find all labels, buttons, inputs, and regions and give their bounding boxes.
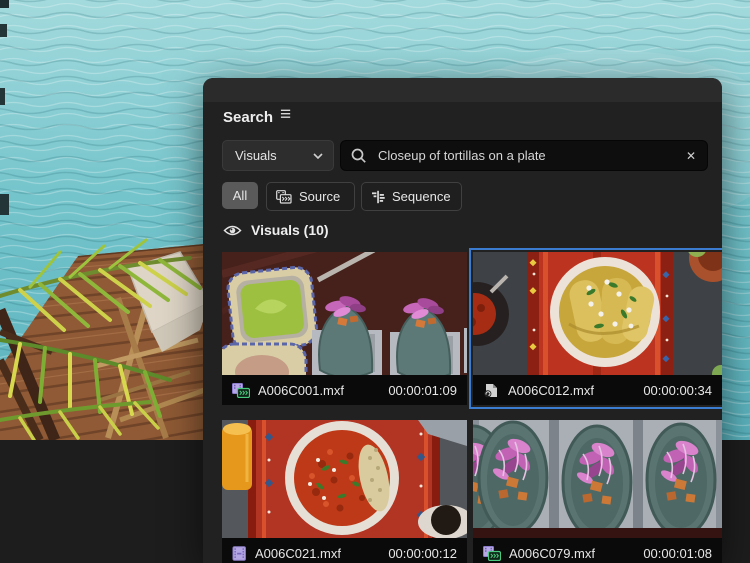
- filter-sequence-button[interactable]: Sequence: [361, 182, 462, 211]
- results-header: Visuals (10): [223, 222, 329, 238]
- eye-icon: [223, 224, 242, 237]
- linked-doc-icon: [483, 383, 500, 398]
- clip-duration: 00:00:01:09: [388, 383, 457, 398]
- clip-info-bar: A006C079.mxf 00:00:01:08: [473, 538, 722, 563]
- search-result-clip[interactable]: A006C079.mxf 00:00:01:08: [473, 420, 722, 563]
- clip-info-bar: A006C012.mxf 00:00:00:34: [473, 375, 722, 405]
- clip-duration: 00:00:00:12: [388, 546, 457, 561]
- chevron-down-icon: [313, 153, 323, 159]
- clip-info-bar: A006C021.mxf 00:00:00:12: [222, 538, 467, 563]
- clip-filename: A006C012.mxf: [508, 383, 594, 398]
- clip-filename: A006C079.mxf: [509, 546, 595, 561]
- media-type-dropdown[interactable]: Visuals: [222, 140, 334, 171]
- media-type-value: Visuals: [223, 148, 277, 163]
- search-result-clip[interactable]: A006C012.mxf 00:00:00:34: [473, 252, 722, 405]
- thumbnail-tacos-closeup: [473, 420, 722, 538]
- search-input[interactable]: [376, 147, 686, 164]
- results-count-label: Visuals (10): [251, 222, 329, 238]
- source-clip-icon: [276, 190, 292, 204]
- clear-search-icon[interactable]: ✕: [686, 149, 696, 163]
- panel-menu-icon[interactable]: ≡: [280, 105, 291, 124]
- premiere-workspace: 00:00:00:00 Fit Search ≡ Visuals: [0, 0, 750, 563]
- panel-header-strip[interactable]: [203, 78, 722, 102]
- clip-filename: A006C021.mxf: [255, 546, 341, 561]
- filter-all-label: All: [233, 188, 247, 203]
- sequence-icon: [371, 190, 385, 204]
- video-clip-icon: [232, 546, 247, 561]
- proxy-clip-icon: [483, 546, 501, 561]
- search-panel: Search ≡ Visuals ✕ All: [203, 78, 722, 563]
- filter-source-label: Source: [299, 189, 340, 204]
- panel-title: Search: [223, 109, 273, 126]
- filter-source-button[interactable]: Source: [266, 182, 355, 211]
- search-result-clip[interactable]: A006C001.mxf 00:00:01:09: [222, 252, 467, 405]
- clip-duration: 00:00:01:08: [643, 546, 712, 561]
- search-icon: [351, 148, 367, 164]
- thumbnail-chilaquiles-plate: [222, 420, 467, 538]
- search-field: ✕: [340, 140, 708, 171]
- clip-info-bar: A006C001.mxf 00:00:01:09: [222, 375, 467, 405]
- thumbnail-tacos-with-bowls: [222, 252, 467, 375]
- clip-duration: 00:00:00:34: [643, 383, 712, 398]
- thumbnail-enchiladas-bowl: [473, 252, 722, 375]
- search-result-clip[interactable]: A006C021.mxf 00:00:00:12: [222, 420, 467, 563]
- filter-all-button[interactable]: All: [222, 182, 258, 209]
- proxy-clip-icon: [232, 383, 250, 398]
- filter-sequence-label: Sequence: [392, 189, 451, 204]
- clip-filename: A006C001.mxf: [258, 383, 344, 398]
